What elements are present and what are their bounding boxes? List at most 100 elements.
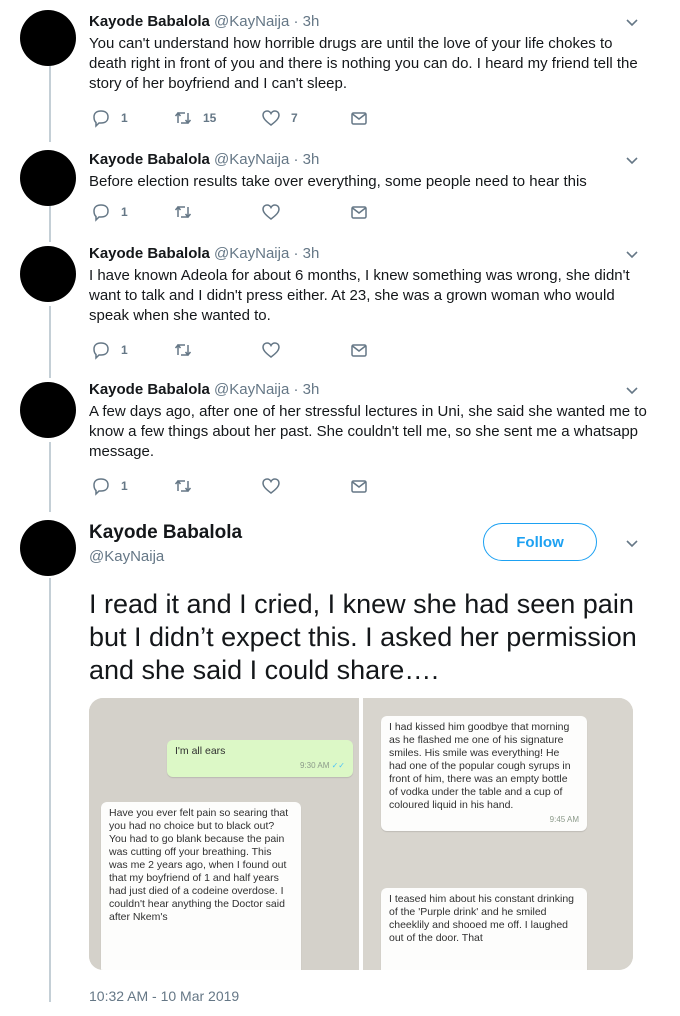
like-button[interactable]	[261, 476, 291, 496]
heart-icon	[262, 204, 280, 220]
author-name[interactable]: Kayode Babalola	[89, 13, 210, 30]
tweet-time[interactable]: 3h	[303, 245, 320, 262]
dm-button[interactable]	[349, 108, 369, 128]
author-name[interactable]: Kayode Babalola	[89, 151, 210, 168]
chat-bubble-time: 9:45 AM	[549, 815, 579, 824]
tweet[interactable]: Kayode Babalola @KayNaija · 3h You can't…	[0, 0, 680, 140]
tweet-actions: 1	[91, 202, 391, 222]
avatar[interactable]	[20, 10, 76, 66]
tweet[interactable]: Kayode Babalola @KayNaija · 3h A few day…	[0, 376, 680, 512]
tweet-actions: 1 15 7	[91, 108, 391, 128]
reply-button[interactable]: 1	[91, 340, 128, 360]
retweet-button[interactable]	[173, 202, 203, 222]
heart-icon	[262, 110, 280, 126]
tweet-header: Kayode Babalola @KayNaija · 3h	[89, 380, 650, 400]
chat-screenshot-right: I had kissed him goodbye that morning as…	[361, 698, 633, 970]
reply-icon	[93, 204, 109, 222]
chat-bubble-text: Have you ever felt pain so searing that …	[109, 807, 289, 923]
separator-dot: ·	[293, 13, 299, 30]
retweet-button[interactable]: 15	[173, 108, 216, 128]
avatar[interactable]	[20, 150, 76, 206]
reply-button[interactable]: 1	[91, 108, 128, 128]
follow-button[interactable]: Follow	[483, 523, 597, 561]
tweet-time[interactable]: 3h	[303, 381, 320, 398]
retweet-button[interactable]	[173, 340, 203, 360]
author-handle[interactable]: @KayNaija	[214, 13, 289, 30]
chevron-down-icon[interactable]	[624, 152, 640, 168]
retweet-icon	[174, 343, 192, 357]
avatar[interactable]	[20, 520, 76, 576]
envelope-icon	[351, 344, 367, 357]
tweet-timestamp[interactable]: 10:32 AM - 10 Mar 2019	[89, 988, 239, 1004]
chat-bubble-incoming: Have you ever felt pain so searing that …	[101, 802, 301, 970]
chevron-down-icon[interactable]	[624, 14, 640, 30]
like-button[interactable]	[261, 340, 291, 360]
image-divider	[359, 698, 363, 970]
author-handle[interactable]: @KayNaija	[214, 381, 289, 398]
tweet-text: I have known Adeola for about 6 months, …	[89, 267, 630, 324]
avatar[interactable]	[20, 382, 76, 438]
thread-line	[49, 578, 51, 1002]
dm-button[interactable]	[349, 340, 369, 360]
author-name[interactable]: Kayode Babalola	[89, 245, 210, 262]
retweet-button[interactable]	[173, 476, 203, 496]
tweet-media-image[interactable]: I'm all ears 9:30 AM ✓✓ Have you ever fe…	[89, 698, 633, 970]
reply-icon	[93, 478, 109, 496]
like-button[interactable]	[261, 202, 291, 222]
reply-count: 1	[121, 479, 128, 493]
tweet-header: Kayode Babalola @KayNaija · 3h	[89, 150, 650, 170]
tweet-actions: 1	[91, 340, 391, 360]
tweet[interactable]: Kayode Babalola @KayNaija · 3h I have kn…	[0, 240, 680, 376]
dm-button[interactable]	[349, 476, 369, 496]
like-button[interactable]: 7	[261, 108, 298, 128]
tweet-header: Kayode Babalola @KayNaija · 3h	[89, 12, 650, 32]
reply-count: 1	[121, 111, 128, 125]
tweet-time[interactable]: 3h	[303, 151, 320, 168]
reply-count: 1	[121, 205, 128, 219]
separator-dot: ·	[293, 245, 299, 262]
heart-icon	[262, 478, 280, 494]
tweet[interactable]: Kayode Babalola @KayNaija · 3h Before el…	[0, 140, 680, 240]
separator-dot: ·	[293, 151, 299, 168]
chat-bubble-incoming: I had kissed him goodbye that morning as…	[381, 716, 587, 831]
chat-bubble-text: I teased him about his constant drinking…	[389, 893, 575, 944]
tweet-text: Before election results take over everyt…	[89, 173, 587, 190]
tweet-text: A few days ago, after one of her stressf…	[89, 403, 647, 460]
dm-button[interactable]	[349, 202, 369, 222]
envelope-icon	[351, 112, 367, 125]
chat-bubble-outgoing: I'm all ears 9:30 AM ✓✓	[167, 740, 353, 777]
reply-icon	[93, 342, 109, 360]
chat-screenshot-left: I'm all ears 9:30 AM ✓✓ Have you ever fe…	[89, 698, 361, 970]
reply-button[interactable]: 1	[91, 476, 128, 496]
author-handle[interactable]: @KayNaija	[214, 245, 289, 262]
like-count: 7	[291, 111, 298, 125]
chevron-down-icon[interactable]	[624, 535, 640, 551]
retweet-count: 15	[203, 111, 217, 125]
author-name[interactable]: Kayode Babalola	[89, 521, 242, 545]
tweet-text: You can't understand how horrible drugs …	[89, 35, 638, 92]
chat-bubble-text: I had kissed him goodbye that morning as…	[389, 721, 571, 811]
tweet-header: Kayode Babalola @KayNaija · 3h	[89, 244, 650, 264]
tweet-actions: 1	[91, 476, 391, 496]
tweet-text: I read it and I cried, I knew she had se…	[89, 589, 637, 685]
author-handle[interactable]: @KayNaija	[89, 547, 164, 567]
author-name[interactable]: Kayode Babalola	[89, 381, 210, 398]
reply-button[interactable]: 1	[91, 202, 128, 222]
separator-dot: ·	[293, 381, 299, 398]
chevron-down-icon[interactable]	[624, 246, 640, 262]
retweet-icon	[174, 479, 192, 493]
chat-bubble-text: I'm all ears	[175, 745, 226, 757]
envelope-icon	[351, 206, 367, 219]
read-receipt-icon: ✓✓	[331, 761, 345, 770]
chevron-down-icon[interactable]	[624, 382, 640, 398]
envelope-icon	[351, 480, 367, 493]
avatar[interactable]	[20, 246, 76, 302]
retweet-icon	[174, 205, 192, 219]
chat-bubble-time: 9:30 AM ✓✓	[300, 761, 345, 770]
heart-icon	[262, 342, 280, 358]
author-handle[interactable]: @KayNaija	[214, 151, 289, 168]
retweet-icon	[174, 111, 192, 125]
reply-icon	[93, 110, 109, 128]
tweet-time[interactable]: 3h	[303, 13, 320, 30]
reply-count: 1	[121, 343, 128, 357]
